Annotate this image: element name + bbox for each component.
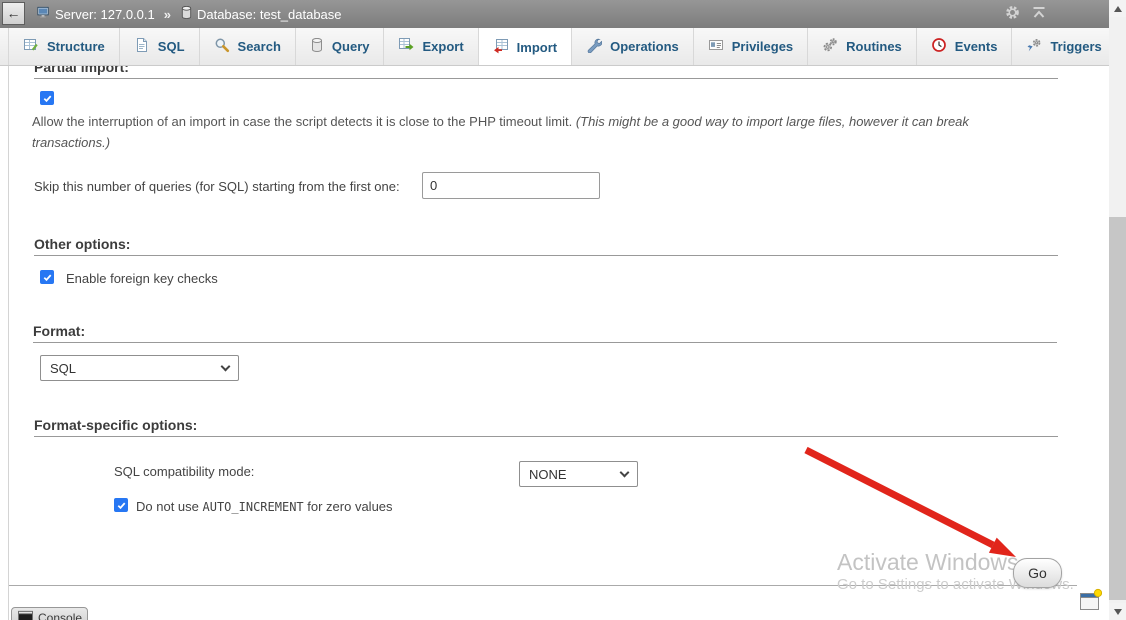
chevron-down-icon xyxy=(620,467,630,477)
tab-label: Query xyxy=(332,39,370,54)
format-heading: Format: xyxy=(33,323,1057,343)
foreign-key-label[interactable]: Enable foreign key checks xyxy=(66,271,218,286)
skip-queries-input[interactable] xyxy=(422,172,600,199)
breadcrumb-database[interactable]: Database: test_database xyxy=(180,5,342,23)
triggers-icon xyxy=(1026,37,1042,56)
tab-label: SQL xyxy=(158,39,185,54)
breadcrumb-server[interactable]: Server: 127.0.0.1 xyxy=(36,5,155,23)
tab-triggers[interactable]: Triggers xyxy=(1012,28,1109,65)
tab-events[interactable]: Events xyxy=(917,28,1013,65)
routines-icon xyxy=(822,37,838,56)
phpmyadmin-import-page: ← Server: 127.0.0.1 » Database: test_dat… xyxy=(0,0,1126,620)
tab-query[interactable]: Query xyxy=(296,28,385,65)
go-button[interactable]: Go xyxy=(1013,558,1062,588)
vertical-scrollbar[interactable] xyxy=(1109,0,1126,620)
export-icon xyxy=(398,37,414,56)
chevron-down-icon xyxy=(221,361,231,371)
breadcrumb-database-label: Database: test_database xyxy=(197,7,342,22)
tab-label: Triggers xyxy=(1050,39,1101,54)
interrupt-description: Allow the interruption of an import in c… xyxy=(32,111,990,153)
clock-icon xyxy=(931,37,947,56)
database-icon xyxy=(180,5,193,23)
tab-structure[interactable]: Structure xyxy=(8,28,120,65)
sql-icon xyxy=(134,37,150,56)
import-icon xyxy=(493,38,509,57)
scrollbar-thumb[interactable] xyxy=(1109,217,1126,600)
search-icon xyxy=(214,37,230,56)
scroll-down-icon xyxy=(1114,609,1122,615)
gear-icon[interactable] xyxy=(1004,4,1021,24)
tab-label: Privileges xyxy=(732,39,793,54)
breadcrumb: Server: 127.0.0.1 » Database: test_datab… xyxy=(36,0,342,28)
topbar-actions xyxy=(1004,0,1047,28)
tab-label: Import xyxy=(517,40,557,55)
format-specific-heading: Format-specific options: xyxy=(34,417,1058,437)
import-form: Partial import: Allow the interruption o… xyxy=(8,66,1109,620)
tab-label: Structure xyxy=(47,39,105,54)
auto-increment-prefix: Do not use xyxy=(136,499,203,514)
page-settings-window-icon[interactable] xyxy=(1079,588,1102,616)
auto-increment-label[interactable]: Do not use AUTO_INCREMENT for zero value… xyxy=(136,499,393,514)
back-button[interactable]: ← xyxy=(2,2,25,25)
interrupt-text: Allow the interruption of an import in c… xyxy=(32,114,576,129)
foreign-key-checkbox[interactable] xyxy=(40,270,54,284)
tab-bar: Structure SQL Search Query Export Import… xyxy=(0,28,1109,66)
skip-queries-label: Skip this number of queries (for SQL) st… xyxy=(34,179,400,194)
tab-routines[interactable]: Routines xyxy=(808,28,917,65)
format-select[interactable]: SQL xyxy=(40,355,239,381)
activate-windows-watermark: Activate Windows xyxy=(837,549,1019,576)
tab-import[interactable]: Import xyxy=(479,28,572,66)
other-options-heading: Other options: xyxy=(34,236,1058,256)
server-icon xyxy=(36,5,51,23)
console-label: Console xyxy=(38,611,82,620)
console-toggle[interactable]: Console xyxy=(11,607,88,620)
scrollbar-up-button[interactable] xyxy=(1109,0,1126,17)
tab-sql[interactable]: SQL xyxy=(120,28,200,65)
tab-search[interactable]: Search xyxy=(200,28,296,65)
console-icon xyxy=(18,610,33,620)
scroll-up-icon xyxy=(1114,6,1122,12)
query-icon xyxy=(310,37,324,56)
sql-compatibility-label: SQL compatibility mode: xyxy=(114,464,254,479)
scrollbar-down-button[interactable] xyxy=(1109,603,1126,620)
breadcrumb-separator: » xyxy=(164,7,171,22)
tab-label: Events xyxy=(955,39,998,54)
format-select-value: SQL xyxy=(50,361,76,376)
breadcrumb-bar: ← Server: 127.0.0.1 » Database: test_dat… xyxy=(0,0,1109,28)
structure-icon xyxy=(23,37,39,56)
wrench-icon xyxy=(586,37,602,56)
sql-compatibility-value: NONE xyxy=(529,467,567,482)
tab-label: Routines xyxy=(846,39,902,54)
collapse-top-icon[interactable] xyxy=(1031,5,1047,24)
tab-label: Export xyxy=(422,39,463,54)
tab-privileges[interactable]: Privileges xyxy=(694,28,808,65)
privileges-icon xyxy=(708,37,724,56)
auto-increment-checkbox[interactable] xyxy=(114,498,128,512)
interrupt-checkbox[interactable] xyxy=(40,91,54,105)
tab-label: Operations xyxy=(610,39,679,54)
sql-compatibility-select[interactable]: NONE xyxy=(519,461,638,487)
tab-operations[interactable]: Operations xyxy=(572,28,694,65)
auto-increment-code: AUTO_INCREMENT xyxy=(203,500,304,514)
tab-label: Search xyxy=(238,39,281,54)
tab-export[interactable]: Export xyxy=(384,28,478,65)
auto-increment-suffix: for zero values xyxy=(304,499,393,514)
breadcrumb-server-label: Server: 127.0.0.1 xyxy=(55,7,155,22)
